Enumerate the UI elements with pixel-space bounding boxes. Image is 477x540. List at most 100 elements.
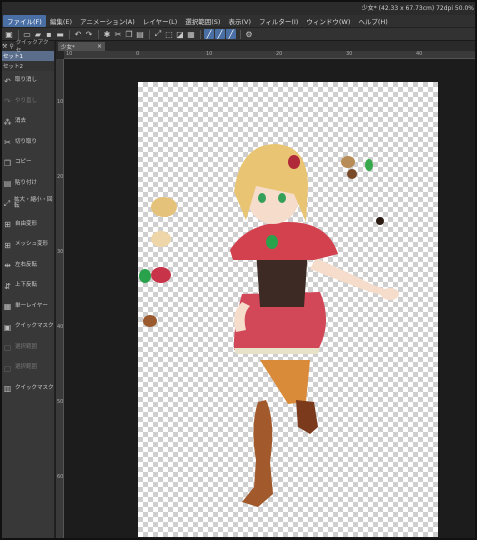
swatch-black[interactable] — [376, 217, 384, 225]
quick-access-item[interactable]: ⇵ 上下反転 — [0, 276, 54, 297]
separator — [149, 29, 150, 39]
menu-item[interactable]: 編集(E) — [46, 15, 76, 27]
quick-access-label: 選択範囲 — [15, 343, 38, 350]
paste-icon[interactable]: ▤ — [135, 29, 145, 39]
cut-icon: ✂ — [4, 138, 11, 148]
undo-icon[interactable]: ↶ — [73, 29, 83, 39]
document-tabbar: 少女* × — [56, 41, 477, 51]
quick-access-label: 貼り付け — [15, 179, 38, 186]
quick-access-label: やり直し — [15, 97, 38, 104]
scale-rotate-icon: ⤢ — [3, 199, 11, 209]
transform-icon[interactable]: ⤢ — [153, 29, 163, 39]
fill-icon[interactable]: ◪ — [175, 29, 185, 39]
title-bar: 少女* (42.33 x 67.73cm) 72dpi 50.0% — [0, 0, 477, 15]
quick-access-item[interactable]: ↷ やり直し — [0, 92, 54, 113]
swatch-red[interactable] — [151, 267, 171, 283]
quick-access-item[interactable]: ▥ クイックマスク — [0, 379, 54, 400]
search-icon[interactable]: ⚲ — [9, 43, 13, 50]
single-layer-icon: ▦ — [3, 302, 12, 312]
ruler-label: 40 — [57, 324, 64, 330]
flip-horizontal-icon: ⇹ — [4, 261, 11, 271]
swatch-tan[interactable] — [341, 156, 355, 168]
export-icon[interactable]: ▬ — [55, 29, 65, 39]
document-tab[interactable]: 少女* × — [58, 42, 105, 51]
redo-icon[interactable]: ↷ — [84, 29, 94, 39]
vertical-ruler: 10 20 30 40 50 60 — [56, 59, 64, 540]
menu-item[interactable]: ヘルプ(H) — [354, 15, 391, 27]
quick-access-label: クイックマスク — [15, 384, 54, 391]
ruler-label: 50 — [57, 399, 64, 405]
disabled-action-2-icon: ▢ — [3, 363, 12, 373]
close-icon[interactable]: × — [97, 43, 102, 50]
quick-access-item[interactable]: ⊞ 自由変形 — [0, 215, 54, 236]
stocking — [260, 360, 310, 404]
canvas-viewport[interactable] — [64, 59, 477, 540]
quick-access-item[interactable]: ❐ コピー — [0, 153, 54, 174]
quick-access-label: 取り消し — [15, 77, 38, 84]
grid-icon[interactable]: ▦ — [186, 29, 196, 39]
correction-pen-1-icon[interactable]: ╱ — [204, 29, 214, 39]
swatch-brown[interactable] — [143, 315, 157, 327]
quick-access-item[interactable]: ▣ クイックマスク — [0, 317, 54, 338]
swatch-blonde[interactable] — [151, 197, 177, 217]
quick-access-label: 自由変形 — [15, 220, 38, 227]
menu-item[interactable]: アニメーション(A) — [76, 15, 139, 27]
copy-icon: ❐ — [3, 158, 12, 168]
document-info: 少女* (42.33 x 67.73cm) 72dpi 50.0% — [361, 5, 474, 12]
separator — [69, 29, 70, 39]
panel-header: ⚒ ⚲ クイックアクセ — [0, 40, 54, 54]
quick-access-item[interactable]: ⊞ メッシュ変形 — [0, 235, 54, 256]
tool-icon: ⚒ — [2, 42, 8, 50]
quick-access-label: 切り取り — [15, 138, 38, 145]
quick-access-item[interactable]: ⁂ 消去 — [0, 112, 54, 133]
menu-item[interactable]: レイヤー(L) — [139, 15, 182, 27]
swatch-skin[interactable] — [151, 231, 171, 247]
settings-icon[interactable]: ⚙ — [244, 29, 254, 39]
quick-access-item[interactable]: ✂ 切り取り — [0, 133, 54, 154]
hair-ribbon — [288, 155, 300, 169]
ruler-label: 10 — [57, 99, 64, 105]
correction-pen-2-icon[interactable]: ╱ — [215, 29, 225, 39]
menu-bar: ファイル(F) 編集(E) アニメーション(A) レイヤー(L) 選択範囲(S) 表示(V… — [0, 15, 477, 28]
canvas[interactable] — [138, 82, 438, 537]
menu-item[interactable]: フィルター(I) — [255, 15, 302, 27]
menu-item[interactable]: ウィンドウ(W) — [302, 15, 354, 27]
free-transform-icon: ⊞ — [4, 220, 11, 230]
disabled-action-1-icon: ▢ — [3, 343, 12, 353]
ruler-label: 40 — [416, 51, 423, 57]
app-icon[interactable]: ▣ — [4, 29, 14, 39]
document-tab-label: 少女* — [61, 44, 75, 51]
menu-item[interactable]: 表示(V) — [224, 15, 255, 27]
quick-access-item[interactable]: ▢ 選択範囲 — [0, 338, 54, 359]
quick-access-label: 拡大・縮小・回転 — [14, 197, 53, 210]
quick-access-item[interactable]: ▢ 選択範囲 — [0, 358, 54, 379]
clear-icon[interactable]: ✱ — [102, 29, 112, 39]
quick-mask-2-icon: ▥ — [3, 384, 12, 394]
menu-item[interactable]: ファイル(F) — [3, 15, 46, 27]
quick-access-item[interactable]: ⤢ 拡大・縮小・回転 — [0, 194, 54, 215]
character — [230, 144, 399, 507]
cut-icon[interactable]: ✂ — [113, 29, 123, 39]
right-eye — [278, 193, 286, 203]
quick-access-item[interactable]: ⇹ 左右反転 — [0, 256, 54, 277]
correction-pen-3-icon[interactable]: ╱ — [226, 29, 236, 39]
ruler-label: 10 — [206, 51, 213, 57]
swatch-green[interactable] — [139, 269, 151, 283]
copy-icon[interactable]: ❐ — [124, 29, 134, 39]
command-bar: ▣ ▭ ▰ ▪ ▬ ↶ ↷ ✱ ✂ ❐ ▤ ⤢ ⬚ ◪ ▦ ╱ ╱ ╱ ⚙ — [0, 28, 477, 41]
mesh-transform-icon: ⊞ — [4, 240, 11, 250]
quick-access-item[interactable]: ▤ 貼り付け — [0, 174, 54, 195]
capelet — [230, 222, 338, 260]
menu-item[interactable]: 選択範囲(S) — [181, 15, 224, 27]
quick-access-item[interactable]: ↶ 取り消し — [0, 71, 54, 92]
quick-access-label: 選択範囲 — [15, 364, 38, 371]
right-boot — [296, 400, 318, 434]
quick-access-item[interactable]: ▦ 単一レイヤー — [0, 297, 54, 318]
ruler-label: 30 — [57, 249, 64, 255]
ruler-label: 20 — [57, 174, 64, 180]
set-tab-2[interactable]: セット2 — [0, 61, 54, 71]
swatch-green2[interactable] — [365, 159, 373, 171]
selection-icon[interactable]: ⬚ — [164, 29, 174, 39]
swatch-darkbrown[interactable] — [347, 169, 357, 179]
quick-access-label: メッシュ変形 — [15, 241, 49, 248]
